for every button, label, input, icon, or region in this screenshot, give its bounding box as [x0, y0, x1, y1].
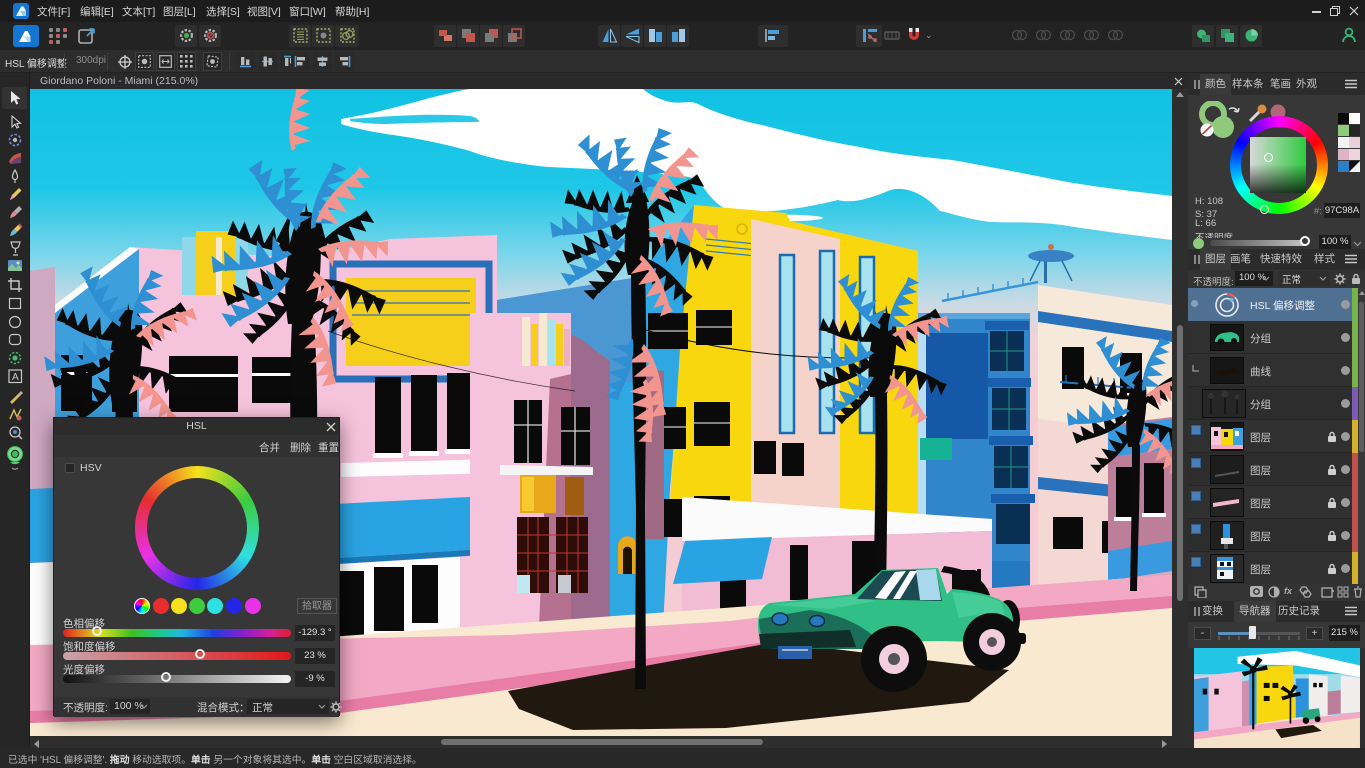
svg-text:A: A [12, 372, 19, 383]
